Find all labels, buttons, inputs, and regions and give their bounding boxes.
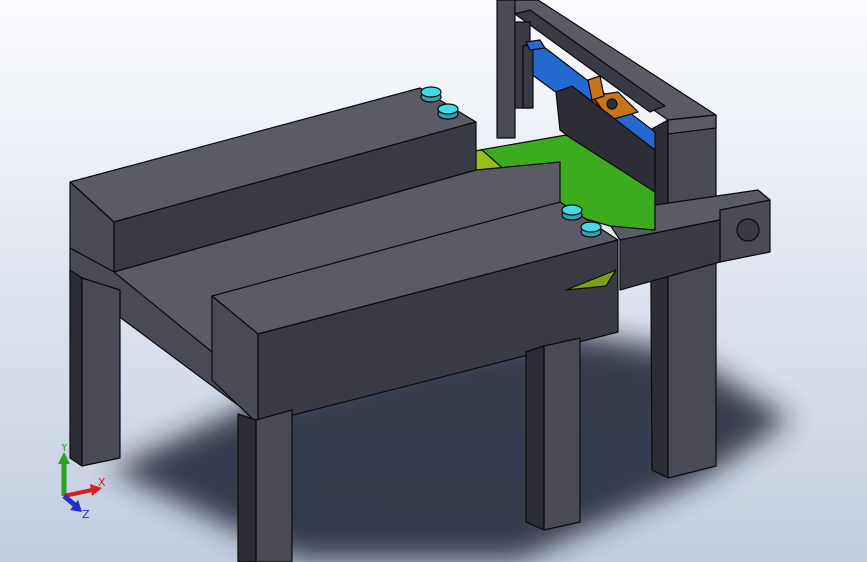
frame-right-post-front (667, 114, 717, 479)
coordinate-triad[interactable]: Y X Z (48, 444, 118, 522)
knob-front-2[interactable] (580, 221, 602, 238)
arm-pivot-hole (736, 218, 760, 242)
z-axis-arrow (62, 494, 82, 512)
knob-back-2[interactable] (437, 103, 459, 120)
model-scene[interactable] (0, 0, 867, 562)
3d-viewport[interactable]: Y X Z (0, 0, 867, 562)
z-axis-label: Z (82, 508, 90, 521)
clamp-bolt (606, 98, 618, 110)
x-axis-label: X (98, 476, 106, 489)
leg-front-right-front (543, 337, 581, 531)
rail-blue-side (522, 43, 534, 109)
leg-front-left-front (255, 409, 293, 562)
leg-back-left-side (69, 269, 83, 467)
x-axis-arrow (63, 484, 102, 498)
frame-left-post (496, 0, 516, 139)
knob-front-1[interactable] (561, 204, 583, 221)
leg-front-right-side (525, 345, 545, 531)
leg-back-left-front (81, 277, 121, 467)
knob-back-1[interactable] (420, 86, 442, 103)
leg-front-left-side (237, 413, 257, 562)
y-axis-label: Y (60, 444, 68, 454)
y-axis-arrow (58, 452, 70, 496)
